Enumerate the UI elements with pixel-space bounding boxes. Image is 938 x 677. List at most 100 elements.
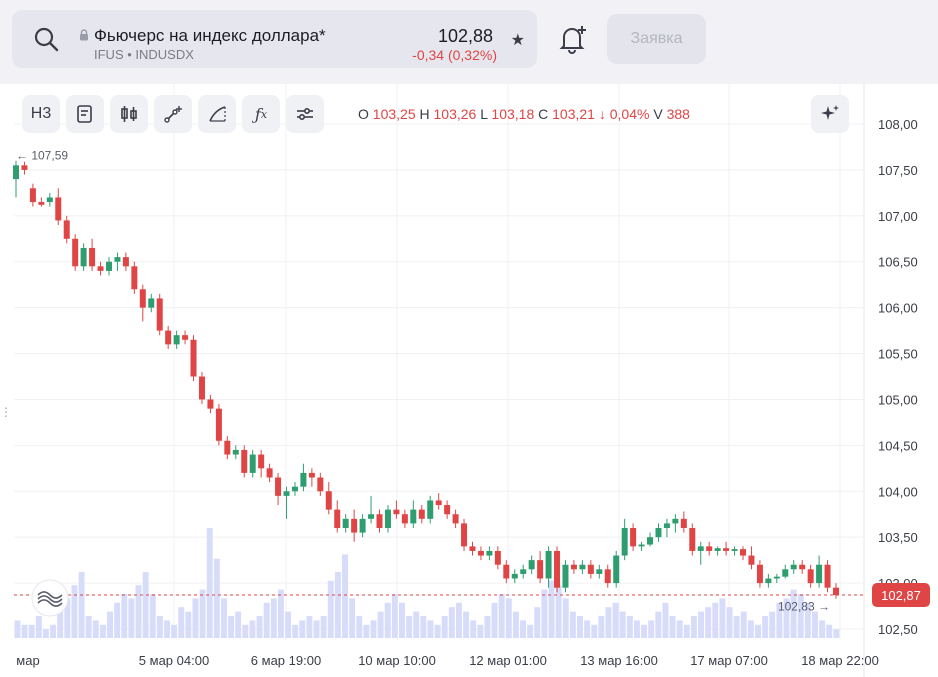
fibonacci-icon[interactable] xyxy=(198,95,236,133)
volume-bar xyxy=(384,602,391,638)
volume-bar xyxy=(399,602,405,638)
candle-body xyxy=(469,546,476,551)
y-tick-label: 106,50 xyxy=(878,255,918,270)
candle-body xyxy=(114,257,121,262)
candle-body xyxy=(308,472,315,478)
candle-body xyxy=(173,335,180,345)
candle-body xyxy=(156,298,163,331)
volume-bar xyxy=(769,611,776,638)
volume-bar xyxy=(676,620,683,638)
volume-bar xyxy=(213,558,220,638)
volume-bar xyxy=(455,602,462,638)
candle-body xyxy=(427,500,434,519)
candle-body xyxy=(638,544,645,547)
volume-bar xyxy=(463,611,470,638)
ai-sparkle-icon[interactable] xyxy=(811,95,849,133)
volume-bar xyxy=(306,616,313,638)
candle-body xyxy=(731,549,738,551)
ohlc-volume-label: V xyxy=(653,106,663,122)
y-tick-label: 106,00 xyxy=(878,301,918,316)
candle-body xyxy=(410,509,417,524)
volume-bar xyxy=(85,616,92,638)
notes-icon[interactable] xyxy=(66,95,104,133)
volume-bar xyxy=(256,616,263,638)
candle-body xyxy=(21,165,28,170)
volume-bar xyxy=(28,624,35,638)
volume-bar xyxy=(427,620,434,638)
volume-bar xyxy=(249,620,256,638)
volume-bar xyxy=(142,572,149,638)
candle-body xyxy=(384,509,391,528)
volume-bar xyxy=(327,580,334,638)
candle-body xyxy=(494,550,501,565)
candle-body xyxy=(740,549,747,556)
indicators-fx-icon[interactable]: ƒx xyxy=(242,95,280,133)
volume-bar xyxy=(826,624,833,638)
y-tick-label: 105,00 xyxy=(878,392,918,407)
candle-body xyxy=(418,509,425,519)
x-tick-label: мар xyxy=(16,653,39,668)
candle-body xyxy=(452,514,459,524)
candle-body xyxy=(554,550,561,588)
x-tick-label: 17 мар 07:00 xyxy=(690,653,768,668)
volume-bar xyxy=(634,620,640,638)
candle-body xyxy=(275,477,282,496)
candle-body xyxy=(663,523,670,528)
settings-sliders-icon[interactable] xyxy=(286,95,324,133)
volume-bar xyxy=(199,589,206,638)
volume-bar xyxy=(270,598,277,638)
volume-bar xyxy=(790,589,797,638)
volume-bar xyxy=(156,616,163,638)
volume-bar xyxy=(349,598,356,638)
volume-bar xyxy=(178,607,185,638)
candle-body xyxy=(325,491,332,510)
max-price-marker: ← 107,59 xyxy=(16,149,68,163)
volume-bar xyxy=(342,554,348,638)
volume-bar xyxy=(719,598,726,638)
volume-bar xyxy=(206,528,213,638)
volume-bar xyxy=(277,589,284,638)
candle-body xyxy=(790,564,797,570)
candle-body xyxy=(342,518,349,528)
volume-bar xyxy=(135,585,142,638)
candle-body xyxy=(706,546,713,551)
ohlc-open-label: O xyxy=(358,106,369,122)
candle-body xyxy=(537,560,544,579)
ohlc-low-label: L xyxy=(480,106,488,122)
volume-bar xyxy=(14,620,21,638)
candle-body xyxy=(139,289,146,308)
volume-bar xyxy=(562,598,569,638)
volume-bar xyxy=(185,611,192,638)
volume-bar xyxy=(512,611,519,638)
candle-body xyxy=(131,266,138,290)
ohlc-readout: O 103,25 H 103,26 L 103,18 C 103,21 ↓ 0,… xyxy=(358,106,690,122)
volume-bar xyxy=(491,602,498,638)
candle-body xyxy=(97,266,104,271)
candle-body xyxy=(190,339,197,377)
volume-bar xyxy=(477,624,484,638)
drag-handle-icon[interactable]: ⋮ xyxy=(0,406,12,418)
interval-button[interactable]: Н3 xyxy=(22,95,60,133)
candle-body xyxy=(562,564,569,588)
drawing-line-icon[interactable] xyxy=(154,95,192,133)
candle-body xyxy=(697,546,704,551)
candle-body xyxy=(80,247,87,267)
candle-body xyxy=(198,376,205,400)
volume-bar xyxy=(762,616,769,638)
candle-body xyxy=(435,500,442,506)
volume-bar xyxy=(584,620,591,638)
candle-body xyxy=(824,564,831,588)
candle-body xyxy=(351,518,358,533)
x-tick-label: 18 мар 22:00 xyxy=(801,653,879,668)
min-price-marker: 102,83 → xyxy=(778,600,830,614)
volume-bar xyxy=(705,607,712,638)
candle-body xyxy=(647,537,654,545)
volume-bar xyxy=(577,616,583,638)
y-tick-label: 107,00 xyxy=(878,209,918,224)
volume-bar xyxy=(171,624,178,638)
ohlc-low: 103,18 xyxy=(491,106,535,122)
candle-body xyxy=(723,548,730,551)
candle-body xyxy=(148,298,155,308)
candles-type-icon[interactable] xyxy=(110,95,148,133)
candle-body xyxy=(122,257,129,267)
